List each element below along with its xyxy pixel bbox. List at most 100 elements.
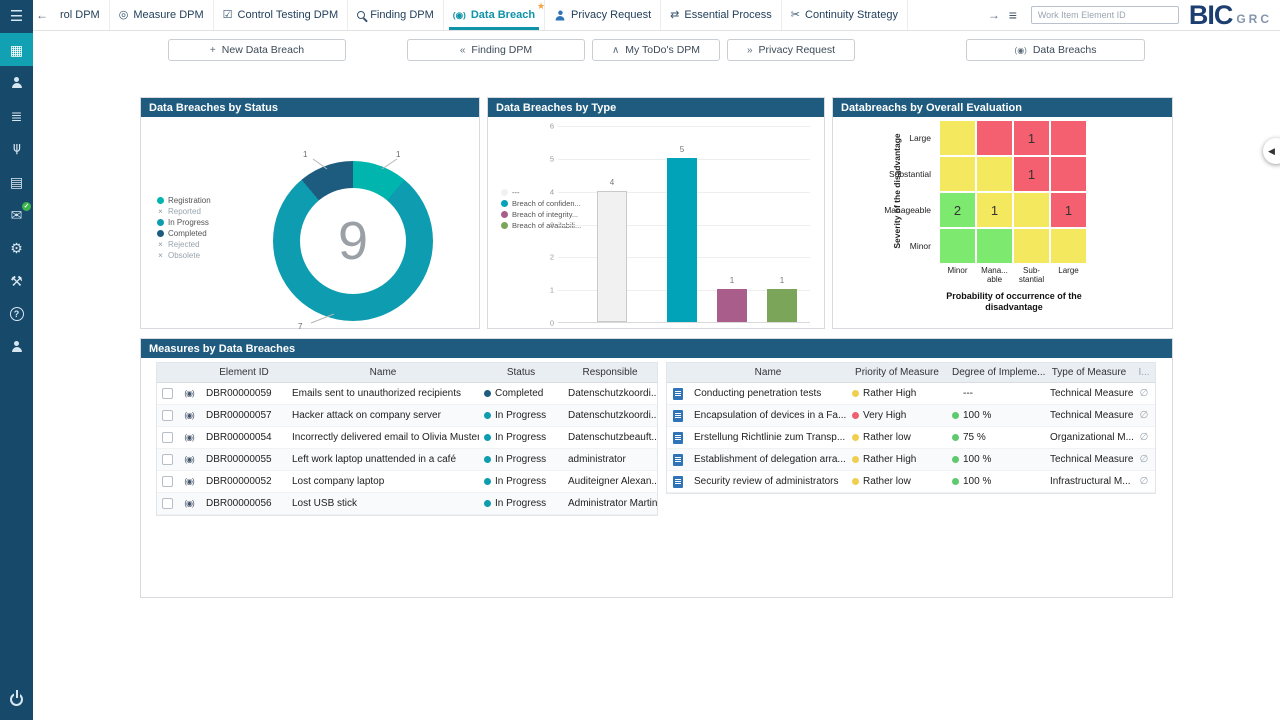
column-header-name[interactable]: Name bbox=[689, 367, 847, 378]
legend-item-completed[interactable]: Completed bbox=[157, 228, 211, 239]
tab-privacy-request[interactable]: Privacy Request bbox=[545, 0, 662, 30]
legend-item-reported[interactable]: × Reported bbox=[157, 206, 211, 217]
sidebar-item-help[interactable]: ? bbox=[0, 297, 33, 330]
sidebar-item-users[interactable] bbox=[0, 66, 33, 99]
heatmap-cell[interactable] bbox=[977, 121, 1012, 155]
sidebar-item-process[interactable]: ⚙ bbox=[0, 231, 33, 264]
table-row[interactable]: Security review of administrators Rather… bbox=[667, 471, 1155, 493]
top-tab-bar: ← rol DPM ◎ Measure DPM ☑ Control Testin… bbox=[33, 0, 1280, 31]
my-todos-dpm-button[interactable]: ∧ My ToDo's DPM bbox=[592, 39, 720, 61]
sidebar-item-hierarchy[interactable]: ⋔ bbox=[0, 132, 33, 165]
table-row[interactable]: (◉) DBR00000059 Emails sent to unauthori… bbox=[157, 383, 657, 405]
sidebar-item-documents[interactable]: ▤ bbox=[0, 165, 33, 198]
heatmap-cell[interactable]: 1 bbox=[1014, 121, 1049, 155]
favorite-star-icon[interactable]: ★ bbox=[537, 1, 545, 12]
side-panel-expander-button[interactable]: ◀ bbox=[1263, 138, 1280, 164]
legend-item-obsolete[interactable]: × Obsolete bbox=[157, 250, 211, 261]
heatmap-cell[interactable]: 1 bbox=[977, 193, 1012, 227]
sidebar-item-tasks[interactable]: ≣ bbox=[0, 99, 33, 132]
column-header-priority[interactable]: Priority of Measure bbox=[847, 367, 947, 378]
column-header-i[interactable]: I... bbox=[1133, 367, 1155, 378]
finding-dpm-button[interactable]: « Finding DPM bbox=[407, 39, 585, 61]
y-axis-tick: 6 bbox=[549, 121, 554, 131]
tab-control-testing-dpm[interactable]: ☑ Control Testing DPM bbox=[214, 0, 349, 30]
row-checkbox[interactable] bbox=[161, 498, 173, 509]
row-checkbox[interactable] bbox=[161, 454, 173, 465]
tab-label: Essential Process bbox=[684, 9, 772, 21]
tab-list-menu-button[interactable]: ≡ bbox=[1003, 7, 1023, 23]
row-checkbox[interactable] bbox=[161, 410, 173, 421]
table-row[interactable]: (◉) DBR00000052 Lost company laptop In P… bbox=[157, 471, 657, 493]
hierarchy-icon: ⋔ bbox=[10, 140, 23, 157]
sidebar-item-tools[interactable]: ⚒ bbox=[0, 264, 33, 297]
heatmap-cell[interactable] bbox=[1051, 229, 1086, 263]
donut-callout-registration: 1 bbox=[396, 150, 401, 159]
column-header-responsible[interactable]: Responsible bbox=[563, 367, 657, 378]
heatmap-cell[interactable] bbox=[1051, 157, 1086, 191]
table-row[interactable]: Encapsulation of devices in a Fa... Very… bbox=[667, 405, 1155, 427]
table-row[interactable]: Establishment of delegation arra... Rath… bbox=[667, 449, 1155, 471]
panel-databreachs-by-overall-evaluation: Databreachs by Overall Evaluation Severi… bbox=[832, 97, 1173, 329]
name-cell: Incorrectly delivered email to Olivia Mu… bbox=[292, 432, 479, 443]
legend-dot bbox=[157, 219, 164, 226]
data-breachs-button[interactable]: (◉) Data Breachs bbox=[966, 39, 1145, 61]
table-row[interactable]: Conducting penetration tests Rather High… bbox=[667, 383, 1155, 405]
tab-essential-process[interactable]: ⇄ Essential Process bbox=[661, 0, 782, 30]
column-header-degree[interactable]: Degree of Impleme... bbox=[947, 367, 1045, 378]
sidebar-item-inbox[interactable]: ✉ ✓ bbox=[0, 198, 33, 231]
heatmap-cell[interactable] bbox=[977, 157, 1012, 191]
heatmap-cell[interactable] bbox=[940, 229, 975, 263]
table-row[interactable]: (◉) DBR00000054 Incorrectly delivered em… bbox=[157, 427, 657, 449]
magnifier-icon bbox=[357, 11, 366, 19]
table-row[interactable]: (◉) DBR00000056 Lost USB stick In Progre… bbox=[157, 493, 657, 515]
privacy-request-button[interactable]: » Privacy Request bbox=[727, 39, 855, 61]
cell-value: 1 bbox=[1064, 202, 1073, 218]
sidebar-item-profile[interactable] bbox=[0, 330, 33, 363]
column-header-element-id[interactable]: Element ID bbox=[201, 367, 287, 378]
column-header-status[interactable]: Status bbox=[479, 367, 563, 378]
heatmap-cell[interactable] bbox=[1014, 229, 1049, 263]
table-row[interactable]: Erstellung Richtlinie zum Transp... Rath… bbox=[667, 427, 1155, 449]
new-data-breach-button[interactable]: + New Data Breach bbox=[168, 39, 346, 61]
legend-item-in-progress[interactable]: In Progress bbox=[157, 217, 211, 228]
tab-label: Data Breach bbox=[470, 9, 536, 21]
tab-control-dpm[interactable]: rol DPM bbox=[51, 0, 110, 30]
heatmap-cell[interactable] bbox=[1014, 193, 1049, 227]
table-row[interactable]: (◉) DBR00000055 Left work laptop unatten… bbox=[157, 449, 657, 471]
panel-header: Data Breaches by Type bbox=[488, 98, 824, 117]
bar-2[interactable] bbox=[717, 289, 747, 322]
tab-data-breach[interactable]: (◉) Data Breach ★ bbox=[444, 0, 546, 30]
heatmap-cell[interactable]: 1 bbox=[1051, 193, 1086, 227]
heatmap-cell[interactable] bbox=[940, 157, 975, 191]
work-item-input[interactable] bbox=[1030, 6, 1179, 24]
scroll-tabs-right-button[interactable]: → bbox=[985, 8, 1003, 22]
row-checkbox[interactable] bbox=[161, 388, 173, 399]
bar-1[interactable] bbox=[667, 157, 697, 322]
table-row[interactable]: (◉) DBR00000057 Hacker attack on company… bbox=[157, 405, 657, 427]
heatmap-cell[interactable]: 1 bbox=[1014, 157, 1049, 191]
tab-continuity-strategy[interactable]: ✂ Continuity Strategy bbox=[782, 0, 908, 30]
column-header-type[interactable]: Type of Measure bbox=[1045, 367, 1133, 378]
status-label: In Progress bbox=[495, 410, 547, 421]
donut-total: 9 bbox=[337, 211, 369, 271]
row-checkbox[interactable] bbox=[161, 432, 173, 443]
heatmap-cell[interactable] bbox=[940, 121, 975, 155]
tab-finding-dpm[interactable]: Finding DPM bbox=[348, 0, 444, 30]
sidebar-item-dashboard[interactable]: ▦ bbox=[0, 33, 33, 66]
bar-0[interactable] bbox=[597, 190, 627, 322]
legend-item-rejected[interactable]: × Rejected bbox=[157, 239, 211, 250]
legend-item-registration[interactable]: Registration bbox=[157, 195, 211, 206]
heatmap-cell[interactable]: 2 bbox=[940, 193, 975, 227]
tab-measure-dpm[interactable]: ◎ Measure DPM bbox=[110, 0, 214, 30]
scroll-tabs-left-button[interactable]: ← bbox=[33, 8, 51, 22]
row-checkbox[interactable] bbox=[161, 476, 173, 487]
heatmap-cell[interactable] bbox=[977, 229, 1012, 263]
measure-name-cell: Encapsulation of devices in a Fa... bbox=[694, 410, 847, 421]
column-header-name[interactable]: Name bbox=[287, 367, 479, 378]
data-breach-icon: (◉) bbox=[452, 9, 466, 20]
heatmap-cell[interactable] bbox=[1051, 121, 1086, 155]
logout-button[interactable] bbox=[0, 683, 33, 716]
measure-doc-icon bbox=[673, 431, 683, 444]
sidebar-menu-button[interactable]: ☰ bbox=[0, 0, 33, 33]
bar-3[interactable] bbox=[767, 289, 797, 322]
